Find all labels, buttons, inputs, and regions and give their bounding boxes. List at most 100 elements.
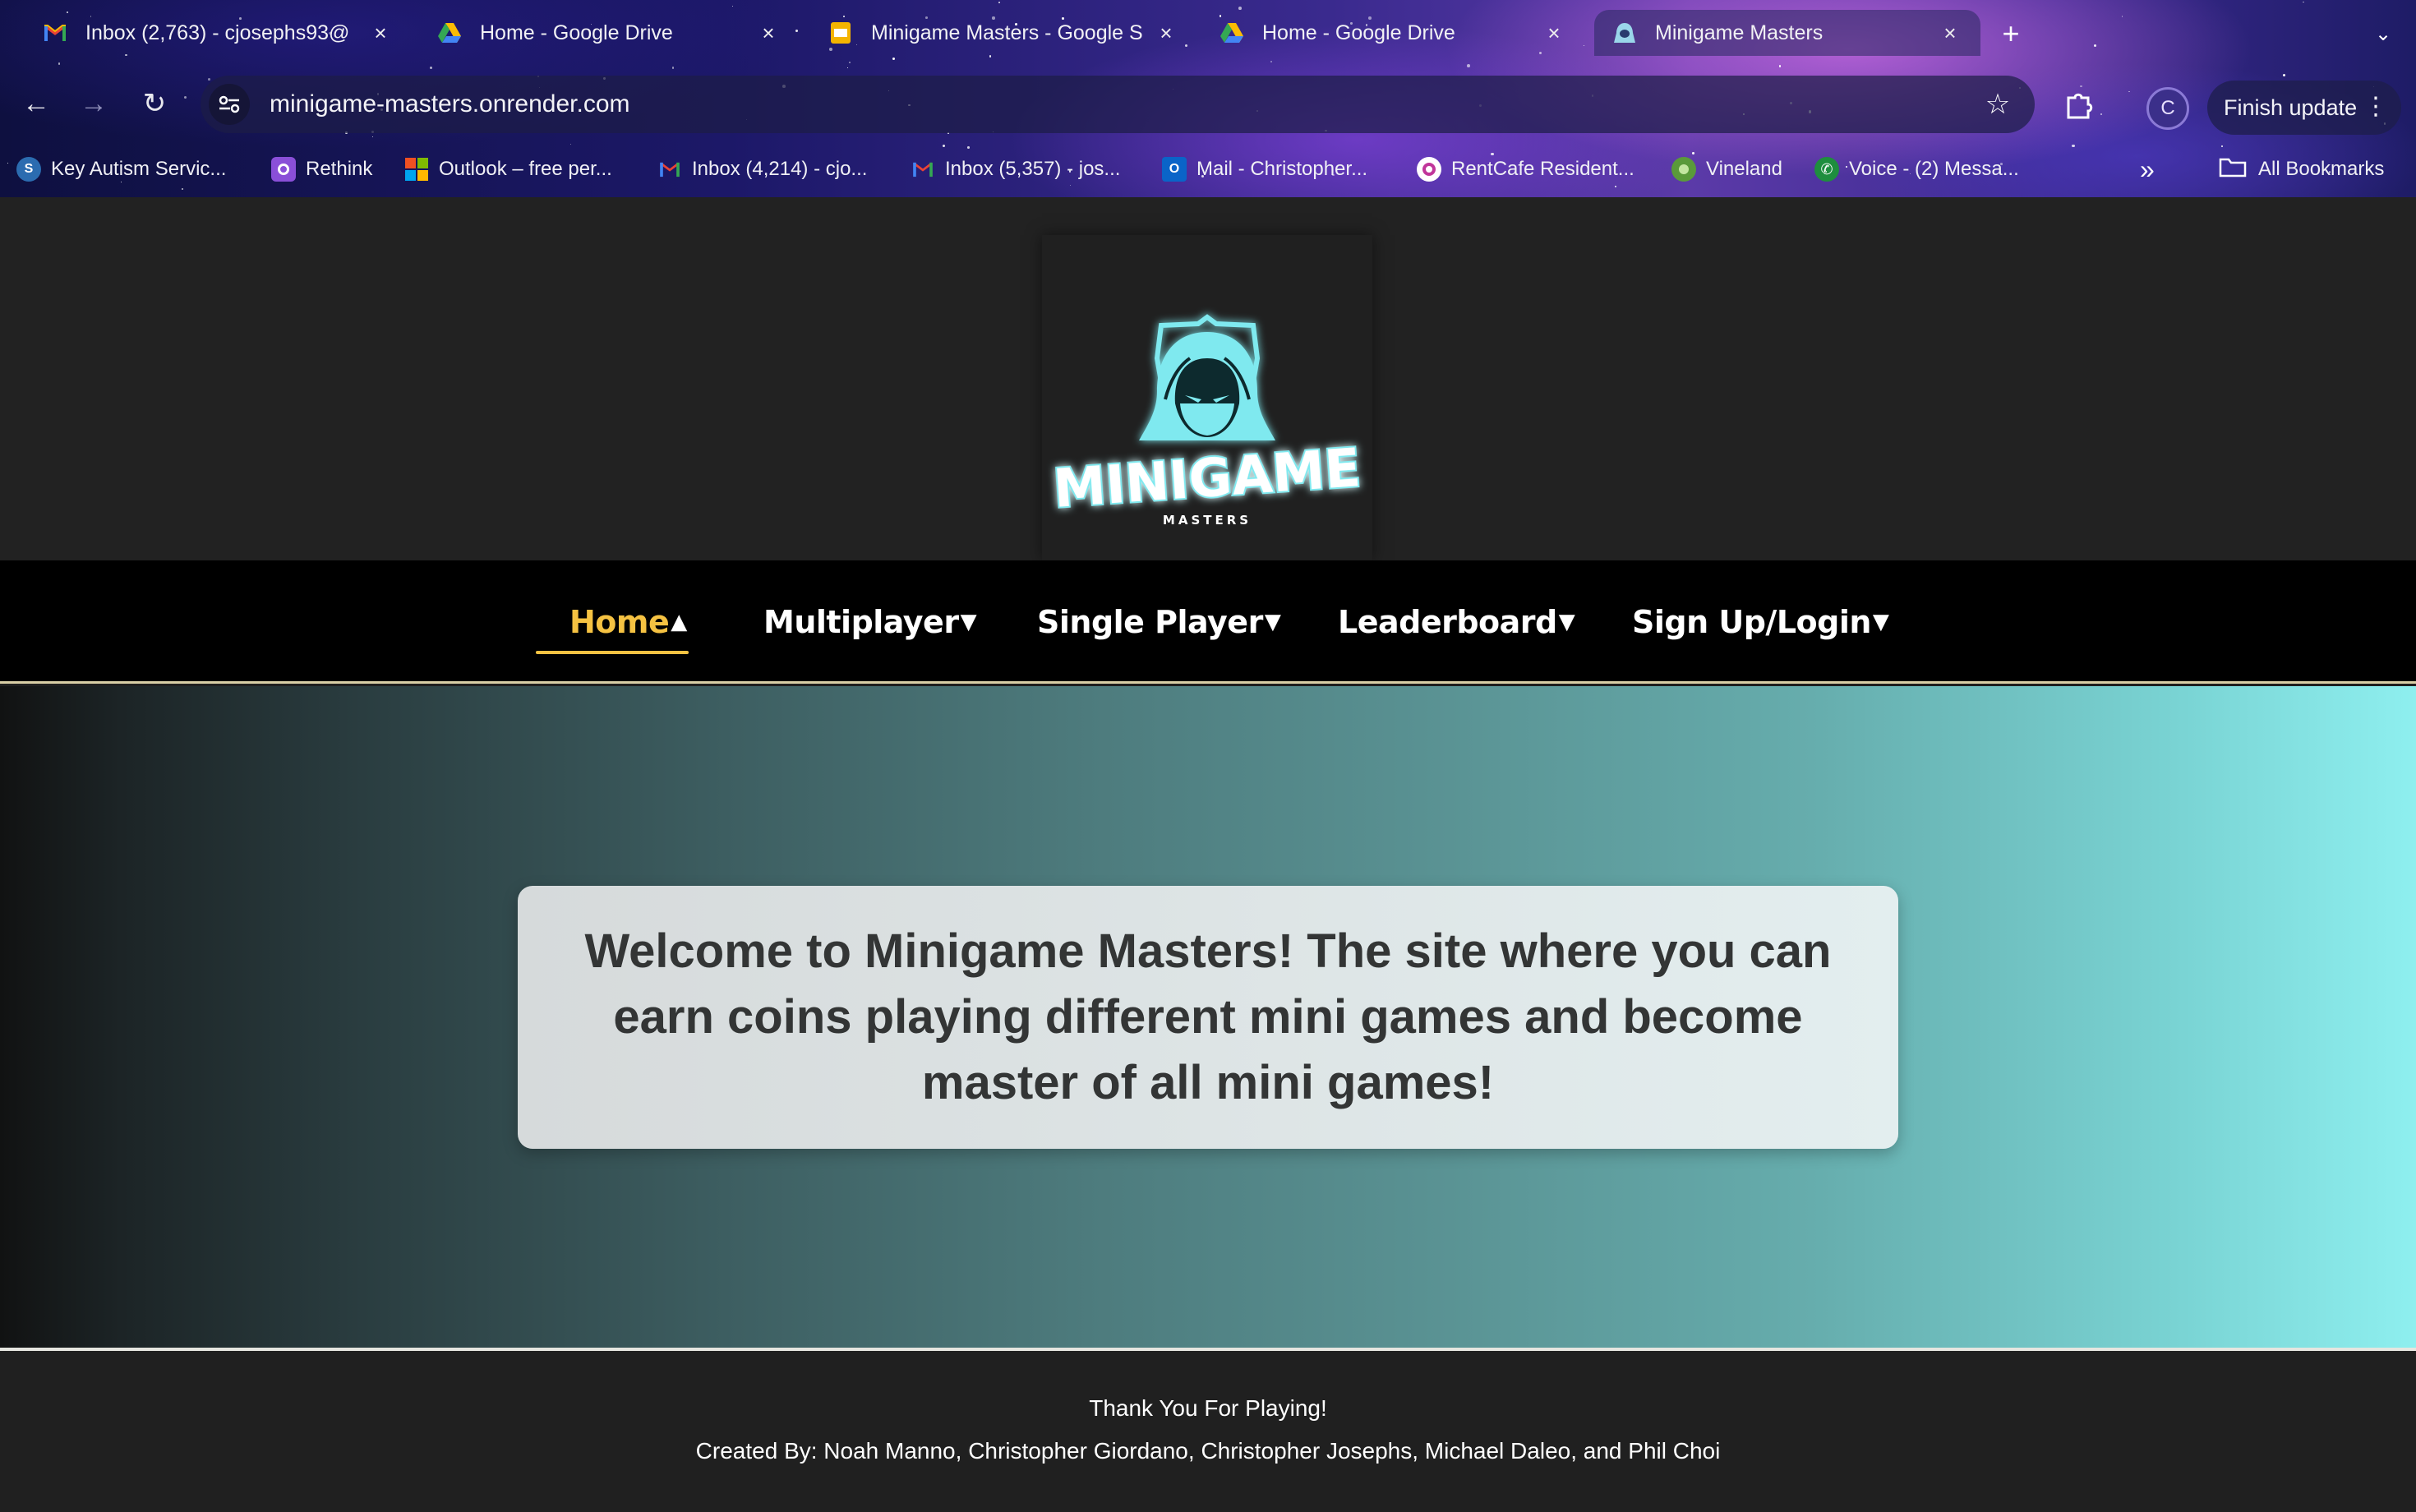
bookmark-label: RentCafe Resident...: [1451, 158, 1634, 180]
nav-label: Home: [569, 604, 670, 640]
gmail-icon: [43, 21, 67, 45]
active-nav-indicator: [536, 651, 689, 654]
theme-star: [1778, 65, 1782, 67]
nav-label: Sign Up/Login: [1632, 604, 1871, 640]
caret-down-icon: ▼: [1872, 610, 1889, 634]
theme-star: [671, 67, 675, 69]
site-logo[interactable]: MINIGAME MASTERS: [1042, 235, 1372, 560]
caret-down-icon: ▼: [1264, 610, 1281, 634]
folder-icon: [2219, 156, 2247, 183]
close-icon[interactable]: ×: [1938, 21, 1962, 45]
bookmark-label: Rethink: [306, 158, 373, 180]
bookmark-key-autism[interactable]: S Key Autism Servic...: [16, 151, 226, 187]
tab-search-chevron-icon[interactable]: ⌄: [2367, 15, 2400, 53]
all-bookmarks-label: All Bookmarks: [2258, 158, 2385, 180]
bookmark-label: Vineland: [1706, 158, 1782, 180]
forward-arrow-icon[interactable]: →: [71, 81, 117, 127]
key-autism-icon: S: [16, 157, 41, 182]
url-text: minigame-masters.onrender.com: [270, 90, 630, 118]
site-icon: [1612, 21, 1637, 45]
tab-google-drive[interactable]: Home - Google Drive ×: [419, 10, 799, 56]
bookmark-label: Inbox (5,357) - jos...: [945, 158, 1121, 180]
nav-multiplayer[interactable]: Multiplayer ▼: [763, 593, 977, 651]
finish-update-button[interactable]: Finish update ⋮: [2207, 81, 2401, 135]
browser-chrome: Inbox (2,763) - cjosephs93@ × Home - Goo…: [0, 0, 2416, 197]
site-header: MINIGAME MASTERS: [0, 197, 2416, 560]
nav-label: Leaderboard: [1338, 604, 1557, 640]
footer-credits: Created By: Noah Manno, Christopher Gior…: [695, 1438, 1721, 1464]
outlook-icon: O: [1162, 157, 1187, 182]
logo-subtext: MASTERS: [1163, 513, 1252, 528]
footer-thanks: Thank You For Playing!: [1089, 1395, 1327, 1421]
bookmark-rentcafe[interactable]: RentCafe Resident...: [1417, 151, 1634, 187]
tab-strip: Inbox (2,763) - cjosephs93@ × Home - Goo…: [0, 0, 2416, 64]
close-icon[interactable]: ×: [1542, 21, 1566, 45]
theme-star: [429, 66, 433, 70]
browser-toolbar: ← → ↻ minigame-masters.onrender.com ☆ C …: [0, 72, 2416, 135]
hero-section: Welcome to Minigame Masters! The site wh…: [0, 686, 2416, 1348]
gmail-icon: [657, 157, 682, 182]
bookmark-rethink[interactable]: Rethink: [271, 151, 372, 187]
nav-single-player[interactable]: Single Player ▼: [1037, 593, 1281, 651]
nav-label: Single Player: [1037, 604, 1263, 640]
tab-title: Inbox (2,763) - cjosephs93@: [85, 21, 350, 44]
bookmark-label: Mail - Christopher...: [1196, 158, 1368, 180]
all-bookmarks-folder[interactable]: All Bookmarks: [2219, 151, 2384, 187]
google-voice-icon: ✆: [1814, 157, 1839, 182]
close-icon[interactable]: ×: [368, 21, 393, 45]
nav-signup-login[interactable]: Sign Up/Login ▼: [1632, 593, 1889, 651]
nav-label: Multiplayer: [763, 604, 959, 640]
bookmark-outlook-free[interactable]: Outlook – free per...: [404, 151, 612, 187]
welcome-message: Welcome to Minigame Masters! The site wh…: [518, 886, 1898, 1149]
close-icon[interactable]: ×: [756, 21, 781, 45]
bookmark-label: Outlook – free per...: [439, 158, 612, 180]
close-icon[interactable]: ×: [1154, 21, 1178, 45]
caret-up-icon: ▲: [671, 610, 687, 634]
google-drive-icon: [437, 21, 462, 45]
reload-icon[interactable]: ↻: [131, 81, 178, 127]
profile-avatar[interactable]: C: [2146, 87, 2189, 130]
nav-home[interactable]: Home ▲: [569, 593, 687, 651]
tab-title: Minigame Masters - Google S: [871, 21, 1143, 44]
nav-leaderboard[interactable]: Leaderboard ▼: [1338, 593, 1575, 651]
bookmark-mail-christopher[interactable]: O Mail - Christopher...: [1162, 151, 1367, 187]
address-bar[interactable]: minigame-masters.onrender.com ☆: [201, 76, 2035, 133]
bookmark-vineland[interactable]: Vineland: [1671, 151, 1782, 187]
bookmark-inbox-5357[interactable]: Inbox (5,357) - jos...: [911, 151, 1120, 187]
google-slides-icon: [828, 21, 853, 45]
bookmark-star-icon[interactable]: ☆: [1977, 84, 2018, 125]
tab-minigame-masters[interactable]: Minigame Masters ×: [1594, 10, 1980, 56]
tab-title: Home - Google Drive: [1262, 21, 1455, 44]
back-arrow-icon[interactable]: ←: [13, 81, 59, 127]
tab-gmail-inbox[interactable]: Inbox (2,763) - cjosephs93@ ×: [25, 10, 411, 56]
caret-down-icon: ▼: [1558, 610, 1575, 634]
theme-star: [1466, 64, 1470, 68]
tab-title: Home - Google Drive: [480, 21, 673, 44]
microsoft-icon: [404, 157, 429, 182]
vineland-icon: [1671, 157, 1696, 182]
rethink-icon: [271, 157, 296, 182]
site-settings-icon[interactable]: [209, 84, 250, 125]
extensions-puzzle-icon[interactable]: [2056, 82, 2102, 128]
finish-update-label: Finish update: [2224, 94, 2358, 120]
theme-star: [846, 67, 848, 68]
gmail-icon: [911, 157, 935, 182]
bookmark-label: Key Autism Servic...: [51, 158, 227, 180]
logo-text: MINIGAME: [1051, 438, 1362, 520]
bookmark-google-voice[interactable]: ✆ Voice - (2) Messa...: [1814, 151, 2019, 187]
site-footer: Thank You For Playing! Created By: Noah …: [0, 1348, 2416, 1512]
bookmarks-overflow-icon[interactable]: »: [2140, 154, 2155, 185]
new-tab-button[interactable]: +: [1992, 15, 2030, 53]
more-menu-icon[interactable]: ⋮: [2363, 92, 2388, 122]
tab-google-drive-2[interactable]: Home - Google Drive ×: [1201, 10, 1584, 56]
tab-google-slides[interactable]: Minigame Masters - Google S ×: [810, 10, 1196, 56]
caret-down-icon: ▼: [960, 610, 977, 634]
rentcafe-icon: [1417, 157, 1441, 182]
web-page: MINIGAME MASTERS Home ▲ Multiplayer ▼ Sing…: [0, 197, 2416, 1512]
bookmark-inbox-4214[interactable]: Inbox (4,214) - cjo...: [657, 151, 867, 187]
bookmark-label: Voice - (2) Messa...: [1849, 158, 2019, 180]
tab-title: Minigame Masters: [1655, 21, 1824, 44]
theme-star: [371, 136, 373, 138]
bookmarks-bar: S Key Autism Servic... Rethink Outlook –…: [0, 145, 2416, 194]
google-drive-icon: [1220, 21, 1244, 45]
